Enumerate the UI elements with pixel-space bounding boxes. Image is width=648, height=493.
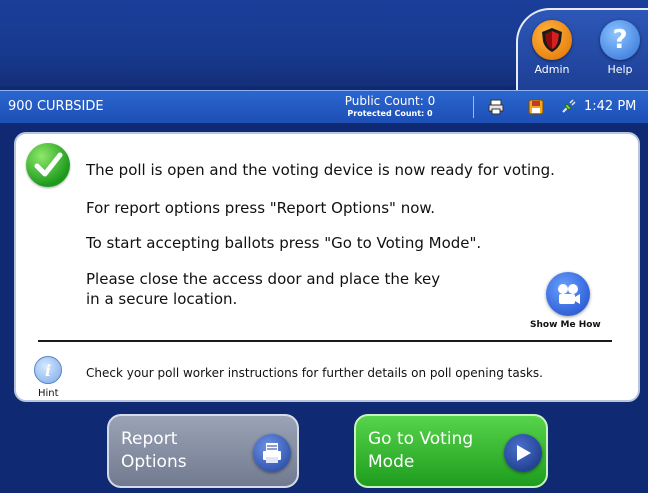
checkmark-icon xyxy=(26,143,70,187)
go-to-voting-mode-button[interactable]: Go to Voting Mode xyxy=(354,414,548,488)
protected-count: Protected Count: 0 xyxy=(347,109,433,118)
poll-open-message: The poll is open and the voting device i… xyxy=(86,161,555,179)
precinct-label: 900 CURBSIDE xyxy=(8,99,104,114)
access-door-line2: in a secure location. xyxy=(86,290,238,308)
access-door-line1: Please close the access door and place t… xyxy=(86,270,441,288)
info-icon[interactable]: i xyxy=(34,356,62,384)
public-count: Public Count: 0 xyxy=(344,94,436,108)
arrow-right-icon xyxy=(504,434,542,472)
question-icon: ? xyxy=(600,20,640,60)
hint-label: Hint xyxy=(38,388,59,399)
access-door-instruction: Please close the access door and place t… xyxy=(86,269,440,309)
ballot-counts: Public Count: 0 Protected Count: 0 xyxy=(338,94,442,119)
help-button[interactable]: ? Help xyxy=(594,20,646,76)
clock: 1:42 PM xyxy=(584,99,637,114)
help-label: Help xyxy=(607,63,633,76)
admin-label: Admin xyxy=(534,63,570,76)
printer-icon xyxy=(253,434,291,472)
status-separator xyxy=(473,96,474,118)
voting-mode-instruction: To start accepting ballots press "Go to … xyxy=(86,234,482,252)
report-options-button[interactable]: Report Options xyxy=(107,414,299,488)
hint-text: Check your poll worker instructions for … xyxy=(86,366,543,380)
admin-button[interactable]: Admin xyxy=(526,20,578,76)
power-plug-icon xyxy=(562,99,576,113)
printer-status-icon xyxy=(488,99,504,115)
projector-icon xyxy=(558,284,580,304)
shield-icon xyxy=(532,20,572,60)
memory-card-icon xyxy=(528,99,544,115)
status-bar: 900 CURBSIDE Public Count: 0 Protected C… xyxy=(0,90,648,124)
report-options-instruction: For report options press "Report Options… xyxy=(86,199,436,217)
show-me-how-button[interactable] xyxy=(546,272,590,316)
divider xyxy=(38,340,612,342)
show-me-how-label: Show Me How xyxy=(530,320,601,330)
